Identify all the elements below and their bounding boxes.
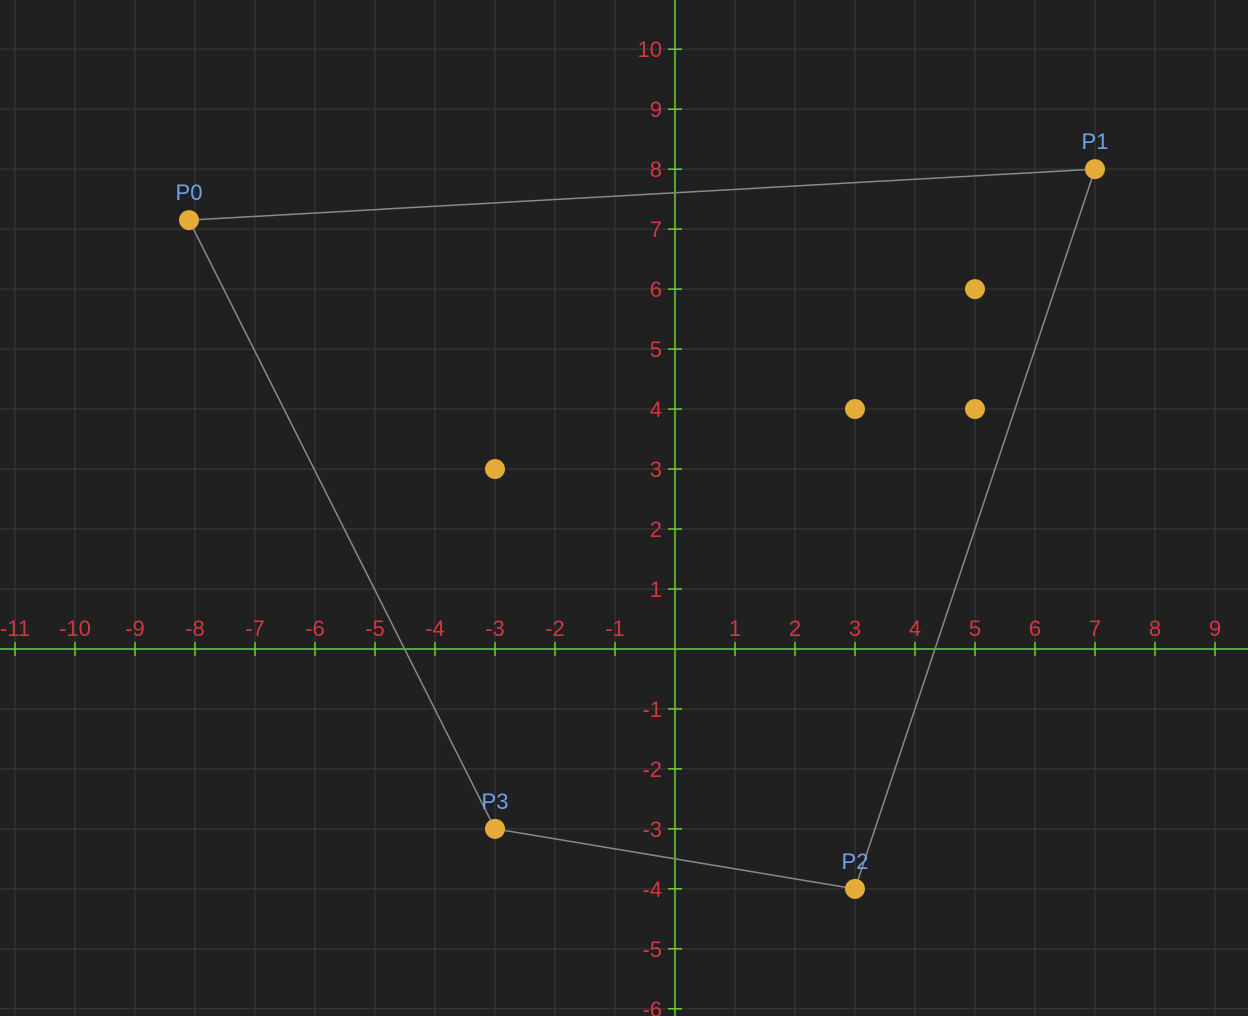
x-tick-label: -6 <box>305 616 325 641</box>
point-label-p2: P2 <box>842 849 869 874</box>
point-4 <box>965 279 985 300</box>
x-tick-label: 2 <box>789 616 801 641</box>
point-7 <box>485 459 505 480</box>
y-tick-label: 7 <box>650 217 662 242</box>
x-tick-label: 1 <box>729 616 741 641</box>
y-tick-label: -1 <box>642 697 662 722</box>
y-tick-label: -6 <box>642 997 662 1016</box>
y-tick-label: 9 <box>650 97 662 122</box>
x-tick-label: -3 <box>485 616 505 641</box>
point-p3 <box>485 818 505 839</box>
axes: -11 -10 -9 -8 -7 -6 -5 -4 -3 -2 -1 1 2 3 4 5 6 7 8 9-6-5-4-… <box>0 0 1248 1016</box>
x-tick-label: 4 <box>909 616 921 641</box>
x-tick-label: -5 <box>365 616 385 641</box>
x-tick-label: -10 <box>59 616 91 641</box>
y-tick-label: -2 <box>642 757 662 782</box>
x-tick-label: 9 <box>1209 616 1221 641</box>
x-tick-label: 7 <box>1089 616 1101 641</box>
x-tick-label: -1 <box>605 616 625 641</box>
x-tick-label: -7 <box>245 616 265 641</box>
y-tick-label: 5 <box>650 337 662 362</box>
point-p1 <box>1085 159 1105 180</box>
y-tick-label: 4 <box>650 397 662 422</box>
point-label-p3: P3 <box>482 789 509 814</box>
x-tick-label: -9 <box>125 616 145 641</box>
grid <box>0 0 1248 1016</box>
point-5 <box>845 399 865 420</box>
y-tick-label: 3 <box>650 457 662 482</box>
point-label-p0: P0 <box>176 180 203 205</box>
x-tick-label: 5 <box>969 616 981 641</box>
hull-edge-p3-p0 <box>188 219 496 830</box>
y-tick-label: 6 <box>650 277 662 302</box>
y-tick-label: 2 <box>650 517 662 542</box>
x-tick-label: -11 <box>0 616 30 641</box>
x-tick-label: 3 <box>849 616 861 641</box>
point-6 <box>965 399 985 420</box>
x-tick-label: -2 <box>545 616 565 641</box>
y-tick-label: -5 <box>642 937 662 962</box>
point-label-p1: P1 <box>1082 129 1109 154</box>
y-tick-label: 8 <box>650 157 662 182</box>
y-tick-label: 1 <box>650 577 662 602</box>
y-tick-label: -3 <box>642 817 662 842</box>
point-p2 <box>845 878 865 899</box>
x-tick-label: -4 <box>425 616 445 641</box>
hull-edge-p0-p1 <box>188 168 1096 221</box>
point-p0 <box>179 210 199 231</box>
y-tick-label: 10 <box>638 37 662 62</box>
convex-hull-plot: -11 -10 -9 -8 -7 -6 -5 -4 -3 -2 -1 1 2 3 4 5 6 7 8 9-6-5-4-… <box>0 0 1248 1016</box>
x-tick-label: -8 <box>185 616 205 641</box>
y-tick-label: -4 <box>642 877 662 902</box>
x-tick-label: 6 <box>1029 616 1041 641</box>
x-tick-label: 8 <box>1149 616 1161 641</box>
